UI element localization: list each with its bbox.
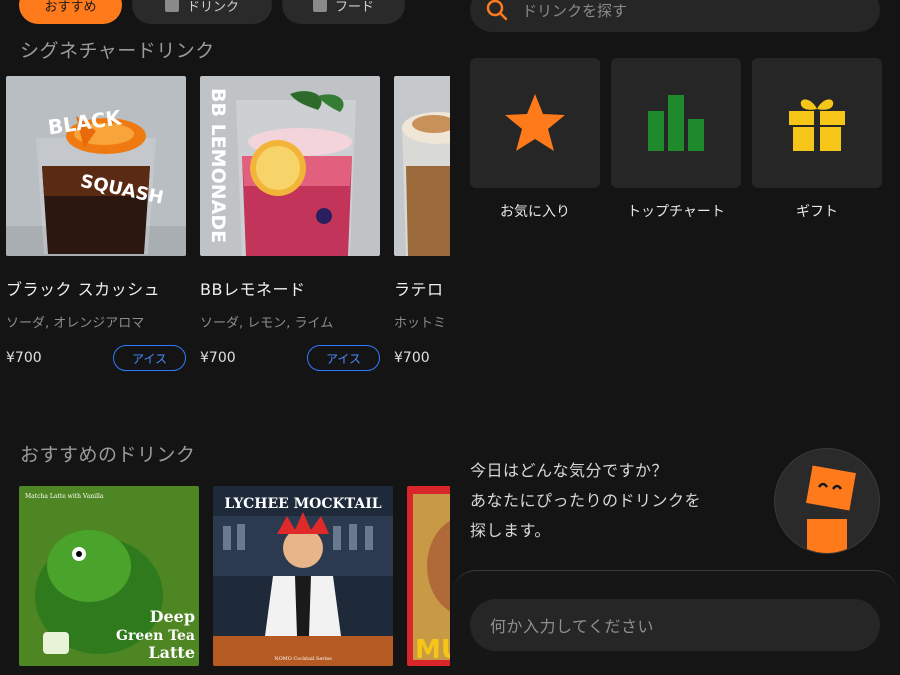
- chip-label: フード: [334, 0, 374, 15]
- drink-description: ソーダ, オレンジアロマ: [6, 316, 145, 331]
- drink-image: LYCHEE MOCKTAIL NOMO Cocktail Series: [213, 486, 393, 666]
- art-text: Matcha Latte with Vanilla: [25, 493, 104, 500]
- tile-box: [752, 58, 882, 188]
- tile-label: お気に入り: [500, 204, 570, 220]
- category-chips: おすすめ ドリンク フード: [19, 0, 405, 24]
- tile-label: トップチャート: [627, 204, 725, 220]
- art-text: MU: [415, 635, 450, 665]
- search-icon: [486, 0, 508, 21]
- art-text: NOMO Cocktail Series: [274, 656, 332, 662]
- recommended-carousel: Matcha Latte with Vanilla Deep Green Tea…: [19, 486, 450, 666]
- art-text: Latte: [148, 643, 195, 662]
- recommended-drink-card[interactable]: Matcha Latte with Vanilla Deep Green Tea…: [19, 486, 199, 666]
- drink-card[interactable]: BB LEMONADE BBレモネード ソーダ, レモン, ライム ¥700 ア…: [200, 76, 380, 371]
- drink-image: [394, 76, 450, 256]
- chip-food[interactable]: フード: [282, 0, 405, 24]
- drink-image: BLACK SQUASH: [6, 76, 186, 256]
- chat-input-placeholder: 何か入力してください: [490, 617, 655, 636]
- recommended-drink-card[interactable]: LYCHEE MOCKTAIL NOMO Cocktail Series: [213, 486, 393, 666]
- iced-badge: アイス: [113, 345, 186, 371]
- chip-label: おすすめ: [44, 0, 97, 15]
- recommended-section-title: おすすめのドリンク: [20, 444, 196, 466]
- drink-name: ブラック スカッシュ: [6, 280, 161, 299]
- drink-name: BBレモネード: [200, 280, 306, 299]
- drink-name: ラテロ: [394, 280, 444, 299]
- message-line: あなたにぴったりのドリンクを: [470, 491, 702, 510]
- drink-image: BB LEMONADE: [200, 76, 380, 256]
- drink-card[interactable]: BLACK SQUASH ブラック スカッシュ ソーダ, オレンジアロマ ¥70…: [6, 76, 186, 371]
- drink-description: ホットミ: [394, 316, 447, 331]
- top-chart-tile[interactable]: トップチャート: [611, 58, 741, 225]
- drink-price: ¥700: [6, 350, 42, 366]
- art-text: Green Tea: [116, 628, 195, 644]
- art-text: BB LEMONADE: [207, 88, 229, 243]
- assistant-pane: ドリンクを探す お気に入り トップチャート ギフト 今日はどんな気分ですか？ あ…: [450, 0, 900, 675]
- chip-recommended[interactable]: おすすめ: [19, 0, 122, 24]
- chat-input[interactable]: 何か入力してください: [470, 599, 880, 651]
- tile-label: ギフト: [796, 204, 838, 220]
- drink-price: ¥700: [394, 350, 430, 366]
- assistant-message: 今日はどんな気分ですか？ あなたにぴったりのドリンクを 探します。: [470, 456, 701, 546]
- bar-chart-icon: [648, 95, 704, 151]
- favorites-tile[interactable]: お気に入り: [470, 58, 600, 225]
- cup-icon: [164, 0, 179, 12]
- recommended-drink-card[interactable]: MU: [407, 486, 450, 666]
- message-line: 探します。: [470, 521, 551, 540]
- chip-drinks[interactable]: ドリンク: [132, 0, 272, 24]
- gift-icon: [789, 99, 845, 151]
- robot-mascot-icon: [806, 465, 856, 553]
- gift-tile[interactable]: ギフト: [752, 58, 882, 225]
- message-line: 今日はどんな気分ですか？: [470, 461, 669, 480]
- drink-description: ソーダ, レモン, ライム: [200, 316, 334, 331]
- shortcut-tiles: お気に入り トップチャート ギフト: [470, 58, 882, 225]
- tile-box: [470, 58, 600, 188]
- search-bar[interactable]: ドリンクを探す: [470, 0, 880, 32]
- art-text: LYCHEE MOCKTAIL: [224, 496, 381, 512]
- drink-price: ¥700: [200, 350, 236, 366]
- chip-label: ドリンク: [186, 0, 239, 15]
- food-icon: [312, 0, 327, 12]
- drink-image: Matcha Latte with Vanilla Deep Green Tea…: [19, 486, 199, 666]
- art-text: Deep: [150, 607, 195, 626]
- iced-badge: アイス: [307, 345, 380, 371]
- drink-image: MU: [407, 486, 450, 666]
- search-placeholder: ドリンクを探す: [522, 1, 628, 20]
- signature-section-title: シグネチャードリンク: [20, 40, 215, 62]
- tile-box: [611, 58, 741, 188]
- star-icon: [505, 94, 565, 151]
- signature-carousel: BLACK SQUASH ブラック スカッシュ ソーダ, オレンジアロマ ¥70…: [6, 76, 450, 371]
- mascot-avatar[interactable]: [774, 448, 880, 554]
- home-pane: おすすめ ドリンク フード シグネチャードリンク BLACK SQUASH ブラ…: [0, 0, 450, 675]
- drink-card[interactable]: ラテロ ホットミ ¥700: [394, 76, 450, 371]
